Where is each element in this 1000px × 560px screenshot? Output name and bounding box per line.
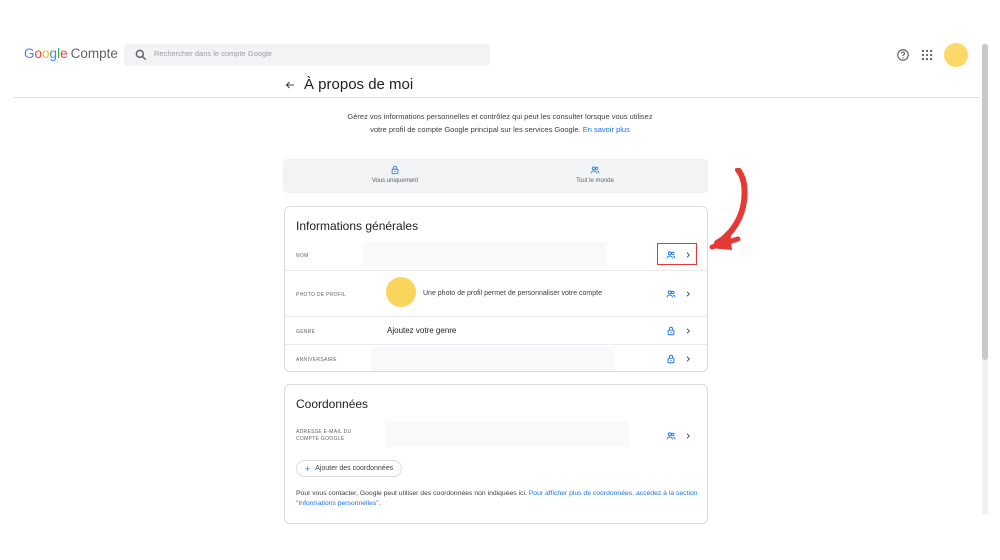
row-label: ANNIVERSAIRE xyxy=(296,357,337,363)
scrollbar-thumb[interactable] xyxy=(982,44,988,360)
apps-grid-icon[interactable] xyxy=(920,48,934,62)
logo-letter: G xyxy=(24,46,35,61)
row-label: NOM xyxy=(296,253,309,259)
learn-more-link[interactable]: En savoir plus xyxy=(583,125,630,134)
lock-icon xyxy=(667,326,675,336)
row-value: Une photo de profil permet de personnali… xyxy=(423,290,602,297)
contact-note: Pour vous contacter, Google peut utilise… xyxy=(296,489,706,509)
name-value-redacted xyxy=(363,242,607,266)
people-icon xyxy=(666,432,676,440)
account-avatar[interactable] xyxy=(944,43,968,67)
row-profile-photo[interactable]: PHOTO DE PROFIL Une photo de profil perm… xyxy=(285,270,707,316)
profile-photo[interactable] xyxy=(386,277,416,307)
annotation-arrow-icon xyxy=(709,168,748,250)
contact-info-card: Coordonnées ADRESSE E-MAIL DU COMPTE GOO… xyxy=(284,384,708,524)
note-text: Pour vous contacter, Google peut utilise… xyxy=(296,490,527,497)
search-placeholder: Rechercher dans le compte Google xyxy=(154,49,272,58)
lock-icon xyxy=(391,165,399,175)
help-icon[interactable] xyxy=(896,48,910,62)
chevron-right-icon xyxy=(686,252,690,258)
row-value: Ajoutez votre genre xyxy=(387,326,457,335)
logo-letter: o xyxy=(42,46,50,61)
plus-icon: + xyxy=(305,463,311,474)
visibility-legend: Vous uniquement Tout le monde xyxy=(283,159,708,193)
chevron-right-icon xyxy=(686,433,690,439)
row-birthday[interactable]: ANNIVERSAIRE xyxy=(285,344,707,372)
general-info-card: Informations générales NOM PHOTO DE PROF… xyxy=(284,206,708,372)
product-name: Compte xyxy=(70,46,118,61)
chevron-right-icon xyxy=(686,356,690,362)
birthday-value-redacted xyxy=(371,347,615,371)
general-info-title: Informations générales xyxy=(296,219,419,233)
people-icon xyxy=(666,290,676,298)
logo-letter: g xyxy=(49,46,58,61)
chevron-right-icon xyxy=(686,328,690,334)
chevron-right-icon xyxy=(686,291,690,297)
row-label: GENRE xyxy=(296,329,316,335)
people-icon xyxy=(666,251,676,259)
contact-info-title: Coordonnées xyxy=(296,397,369,411)
add-contact-label: Ajouter des coordonnées xyxy=(315,465,394,472)
logo-letter: e xyxy=(60,46,68,61)
row-label: PHOTO DE PROFIL xyxy=(296,292,346,298)
legend-private: Vous uniquement xyxy=(325,165,465,184)
email-value-redacted xyxy=(385,421,629,447)
intro-description: Gérez vos informations personnelles et c… xyxy=(340,111,660,136)
page-title-text: À propos de moi xyxy=(304,76,414,93)
legend-public-label: Tout le monde xyxy=(576,178,614,184)
page-title: À propos de moi xyxy=(284,76,413,93)
row-gender[interactable]: GENRE Ajoutez votre genre xyxy=(285,316,707,344)
legend-public: Tout le monde xyxy=(525,165,665,184)
header-actions xyxy=(896,42,968,68)
back-arrow-icon[interactable] xyxy=(284,79,296,91)
lock-icon xyxy=(667,354,675,364)
legend-private-label: Vous uniquement xyxy=(371,178,419,184)
search-icon xyxy=(135,49,147,61)
app-header: Google Compte Rechercher dans le compte G… xyxy=(14,40,980,98)
row-name[interactable]: NOM xyxy=(285,240,707,270)
add-contact-info-button[interactable]: + Ajouter des coordonnées xyxy=(296,460,403,477)
page-scrollbar[interactable] xyxy=(982,44,988,514)
logo-letter: o xyxy=(34,46,43,61)
google-account-logo[interactable]: Google Compte xyxy=(24,46,118,61)
search-input[interactable]: Rechercher dans le compte Google xyxy=(124,44,490,66)
people-icon xyxy=(590,166,600,174)
row-label: ADRESSE E-MAIL DU COMPTE GOOGLE xyxy=(296,429,352,442)
row-email[interactable]: ADRESSE E-MAIL DU COMPTE GOOGLE xyxy=(285,419,707,453)
